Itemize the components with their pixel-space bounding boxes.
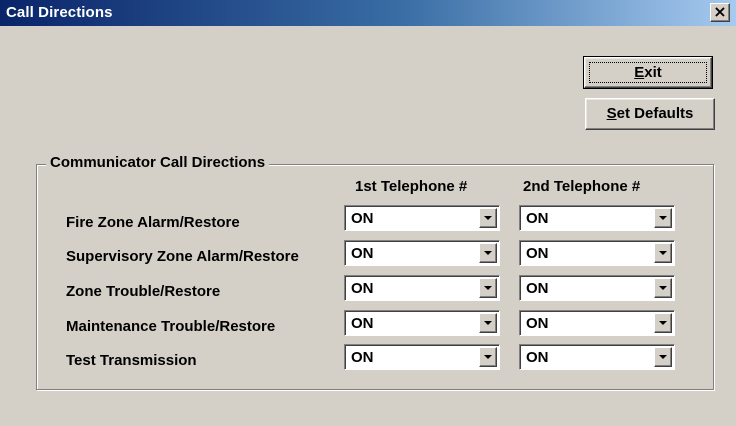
close-icon: × [713, 2, 727, 21]
exit-mnemonic: E [634, 64, 645, 81]
chevron-down-icon[interactable] [654, 208, 672, 228]
close-button[interactable]: × [710, 2, 730, 22]
set-defaults-label-rest: et Defaults [616, 105, 694, 122]
select-value: ON [526, 210, 549, 227]
select-value: ON [526, 349, 549, 366]
select-value: ON [526, 245, 549, 262]
group-title: Communicator Call Directions [46, 154, 270, 171]
set-defaults-button[interactable]: Set Defaults [585, 98, 715, 130]
supervisory-zone-tel1-select[interactable]: ON [344, 240, 500, 266]
select-value: ON [351, 280, 374, 297]
chevron-down-icon[interactable] [654, 243, 672, 263]
select-value: ON [351, 315, 374, 332]
exit-label-rest: xit [644, 64, 662, 81]
chevron-down-icon[interactable] [654, 313, 672, 333]
row-label-supervisory-zone: Supervisory Zone Alarm/Restore [66, 248, 299, 265]
zone-trouble-tel2-select[interactable]: ON [519, 275, 675, 301]
chevron-down-icon[interactable] [479, 347, 497, 367]
maintenance-trouble-tel1-select[interactable]: ON [344, 310, 500, 336]
supervisory-zone-tel2-select[interactable]: ON [519, 240, 675, 266]
window-title: Call Directions [6, 4, 113, 21]
col-header-2nd-telephone: 2nd Telephone # [523, 178, 641, 195]
chevron-down-icon[interactable] [479, 208, 497, 228]
select-value: ON [351, 245, 374, 262]
select-value: ON [526, 280, 549, 297]
set-defaults-mnemonic: S [606, 105, 617, 122]
test-transmission-tel2-select[interactable]: ON [519, 344, 675, 370]
maintenance-trouble-tel2-select[interactable]: ON [519, 310, 675, 336]
title-bar[interactable]: Call Directions × [0, 0, 736, 26]
exit-button-label: Exit [634, 64, 662, 81]
row-label-fire-zone: Fire Zone Alarm/Restore [66, 214, 240, 231]
fire-zone-tel1-select[interactable]: ON [344, 205, 500, 231]
row-label-zone-trouble: Zone Trouble/Restore [66, 283, 221, 300]
call-directions-dialog: Call Directions × Exit Set Defaults Comm… [0, 0, 736, 426]
chevron-down-icon[interactable] [654, 278, 672, 298]
row-label-test-transmission: Test Transmission [66, 352, 197, 369]
select-value: ON [351, 210, 374, 227]
zone-trouble-tel1-select[interactable]: ON [344, 275, 500, 301]
chevron-down-icon[interactable] [479, 278, 497, 298]
select-value: ON [351, 349, 374, 366]
select-value: ON [526, 315, 549, 332]
chevron-down-icon[interactable] [654, 347, 672, 367]
col-header-1st-telephone: 1st Telephone # [355, 178, 468, 195]
row-label-maintenance-trouble: Maintenance Trouble/Restore [66, 318, 276, 335]
chevron-down-icon[interactable] [479, 243, 497, 263]
chevron-down-icon[interactable] [479, 313, 497, 333]
set-defaults-button-label: Set Defaults [607, 105, 694, 122]
exit-button[interactable]: Exit [583, 56, 713, 89]
fire-zone-tel2-select[interactable]: ON [519, 205, 675, 231]
test-transmission-tel1-select[interactable]: ON [344, 344, 500, 370]
